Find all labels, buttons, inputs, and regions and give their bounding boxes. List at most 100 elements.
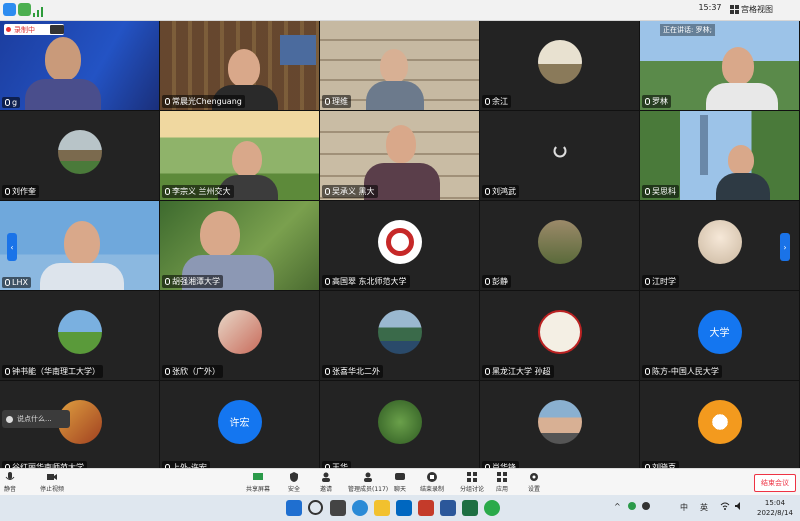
- end-recording-button[interactable]: 结束录制: [420, 471, 444, 495]
- recording-label: 录制中: [14, 25, 35, 34]
- participant-tile[interactable]: 高国翠 东北师范大学: [320, 201, 479, 290]
- participant-tile[interactable]: 张欣（广外）: [160, 291, 319, 380]
- mic-icon: [485, 188, 490, 195]
- signal-icon[interactable]: [32, 3, 45, 17]
- participant-name: 吴承义 黑大: [322, 185, 378, 198]
- avatar: [57, 309, 102, 354]
- participant-name: 高国翠 东北师范大学: [322, 275, 410, 288]
- manage-participants-button[interactable]: 管理成员(117): [348, 471, 388, 495]
- windows-start-icon[interactable]: [286, 500, 302, 516]
- invite-icon: [322, 472, 330, 482]
- app-icon[interactable]: [418, 500, 434, 516]
- meeting-duration: 15:37: [698, 3, 722, 12]
- participant-tile[interactable]: 吴思科: [640, 111, 799, 200]
- participant-tile[interactable]: 刘作奎: [0, 111, 159, 200]
- mic-icon: [5, 279, 10, 286]
- participant-tile[interactable]: 肖华锋: [480, 381, 639, 470]
- participant-tile[interactable]: LHX: [0, 201, 159, 290]
- previous-page-button[interactable]: ‹: [7, 233, 17, 261]
- participant-tile[interactable]: 余江: [480, 21, 639, 110]
- ime-indicator[interactable]: 英: [700, 502, 708, 513]
- recording-badge: 录制中: [4, 24, 64, 35]
- participant-name: 理维: [322, 95, 351, 108]
- grid-view-button[interactable]: 宫格视图: [730, 2, 790, 17]
- chat-icon: [6, 415, 13, 423]
- shield-icon[interactable]: [18, 3, 31, 16]
- microphone-icon: [5, 472, 15, 480]
- avatar: [377, 219, 422, 264]
- task-view-icon[interactable]: [330, 500, 346, 516]
- wechat-icon[interactable]: [484, 500, 500, 516]
- participant-name: 刘作奎: [2, 185, 39, 198]
- participant-tile[interactable]: 彭静: [480, 201, 639, 290]
- security-button[interactable]: 安全: [288, 471, 300, 495]
- invite-button[interactable]: 邀请: [320, 471, 332, 495]
- participant-tile[interactable]: 张喜华北二外: [320, 291, 479, 380]
- mic-icon: [485, 368, 490, 375]
- volume-icon[interactable]: [734, 502, 744, 512]
- participant-tile[interactable]: 录制中 g: [0, 21, 159, 110]
- top-bar: 15:37 宫格视图: [0, 0, 800, 21]
- participant-tile[interactable]: 钟书能（华南理工大学）: [0, 291, 159, 380]
- participant-tile[interactable]: 理维: [320, 21, 479, 110]
- participant-tile[interactable]: 许宏 上外-许宏: [160, 381, 319, 470]
- settings-button[interactable]: 设置: [528, 471, 540, 495]
- edge-browser-icon[interactable]: [352, 500, 368, 516]
- mic-icon: [645, 98, 650, 105]
- grid-icon: [730, 5, 739, 14]
- participant-name: 常晨光Chenguang: [162, 95, 245, 108]
- tray-chevron-icon[interactable]: ^: [614, 502, 621, 511]
- participant-tile[interactable]: 大学 陈方-中国人民大学: [640, 291, 799, 380]
- avatar: [537, 39, 582, 84]
- security-shield-icon: [290, 472, 298, 482]
- record-stop-icon: [427, 472, 437, 482]
- word-icon[interactable]: [440, 500, 456, 516]
- file-explorer-icon[interactable]: [374, 500, 390, 516]
- participant-tile[interactable]: 常晨光Chenguang: [160, 21, 319, 110]
- search-icon[interactable]: [308, 500, 323, 515]
- store-icon[interactable]: [396, 500, 412, 516]
- excel-icon[interactable]: [462, 500, 478, 516]
- share-screen-button[interactable]: 共享屏幕: [246, 471, 270, 495]
- participant-name: 罗林: [642, 95, 671, 108]
- meeting-toolbar: 静音 停止视频 共享屏幕 安全 邀请 管理成员(117) 聊天 结束录制 分组讨…: [0, 468, 800, 496]
- tray-app-icon-2[interactable]: [642, 502, 650, 510]
- avatar: [697, 219, 742, 264]
- participant-tile[interactable]: 刘鸿武: [480, 111, 639, 200]
- video-grid: 录制中 g 常晨光Chenguang 理维 余江 正在讲话: 罗林; 罗林 刘作…: [0, 21, 800, 470]
- stop-video-button[interactable]: 停止视频: [40, 471, 64, 495]
- participant-tile[interactable]: 李宗义 兰州交大: [160, 111, 319, 200]
- system-time: 15:04: [764, 499, 786, 507]
- participant-name: 张欣（广外）: [162, 365, 223, 378]
- chat-button[interactable]: 聊天: [394, 471, 406, 495]
- input-language[interactable]: 中: [680, 502, 688, 513]
- participant-name: 彭静: [482, 275, 511, 288]
- chevron-left-icon: ‹: [10, 242, 14, 252]
- tray-app-icon[interactable]: [628, 502, 636, 510]
- end-meeting-button[interactable]: 结束会议: [754, 474, 796, 492]
- participant-tile[interactable]: 王华: [320, 381, 479, 470]
- mute-button[interactable]: 静音: [4, 471, 16, 495]
- mic-icon: [325, 188, 330, 195]
- pause-icon[interactable]: [50, 25, 64, 34]
- system-date: 2022/8/14: [757, 509, 793, 517]
- record-dot-icon: [6, 27, 11, 32]
- participant-tile[interactable]: 江时学: [640, 201, 799, 290]
- system-clock[interactable]: 15:04 2022/8/14: [757, 498, 793, 518]
- chat-quick-input[interactable]: 说点什么...: [2, 410, 70, 428]
- apps-icon: [497, 472, 507, 482]
- participant-tile[interactable]: 吴承义 黑大: [320, 111, 479, 200]
- participant-tile[interactable]: 正在讲话: 罗林; 罗林: [640, 21, 799, 110]
- avatar: [697, 399, 742, 444]
- info-icon[interactable]: [3, 3, 16, 16]
- mic-icon: [325, 278, 330, 285]
- wifi-icon[interactable]: [720, 502, 730, 512]
- avatar: 大学: [697, 309, 742, 354]
- apps-button[interactable]: 应用: [496, 471, 508, 495]
- next-page-button[interactable]: ›: [780, 233, 790, 261]
- participant-tile[interactable]: 黑龙江大学 孙超: [480, 291, 639, 380]
- breakout-rooms-button[interactable]: 分组讨论: [460, 471, 484, 495]
- participant-tile[interactable]: 胡强湘潭大学: [160, 201, 319, 290]
- participant-tile[interactable]: 刘晓喜: [640, 381, 799, 470]
- participant-name: 李宗义 兰州交大: [162, 185, 234, 198]
